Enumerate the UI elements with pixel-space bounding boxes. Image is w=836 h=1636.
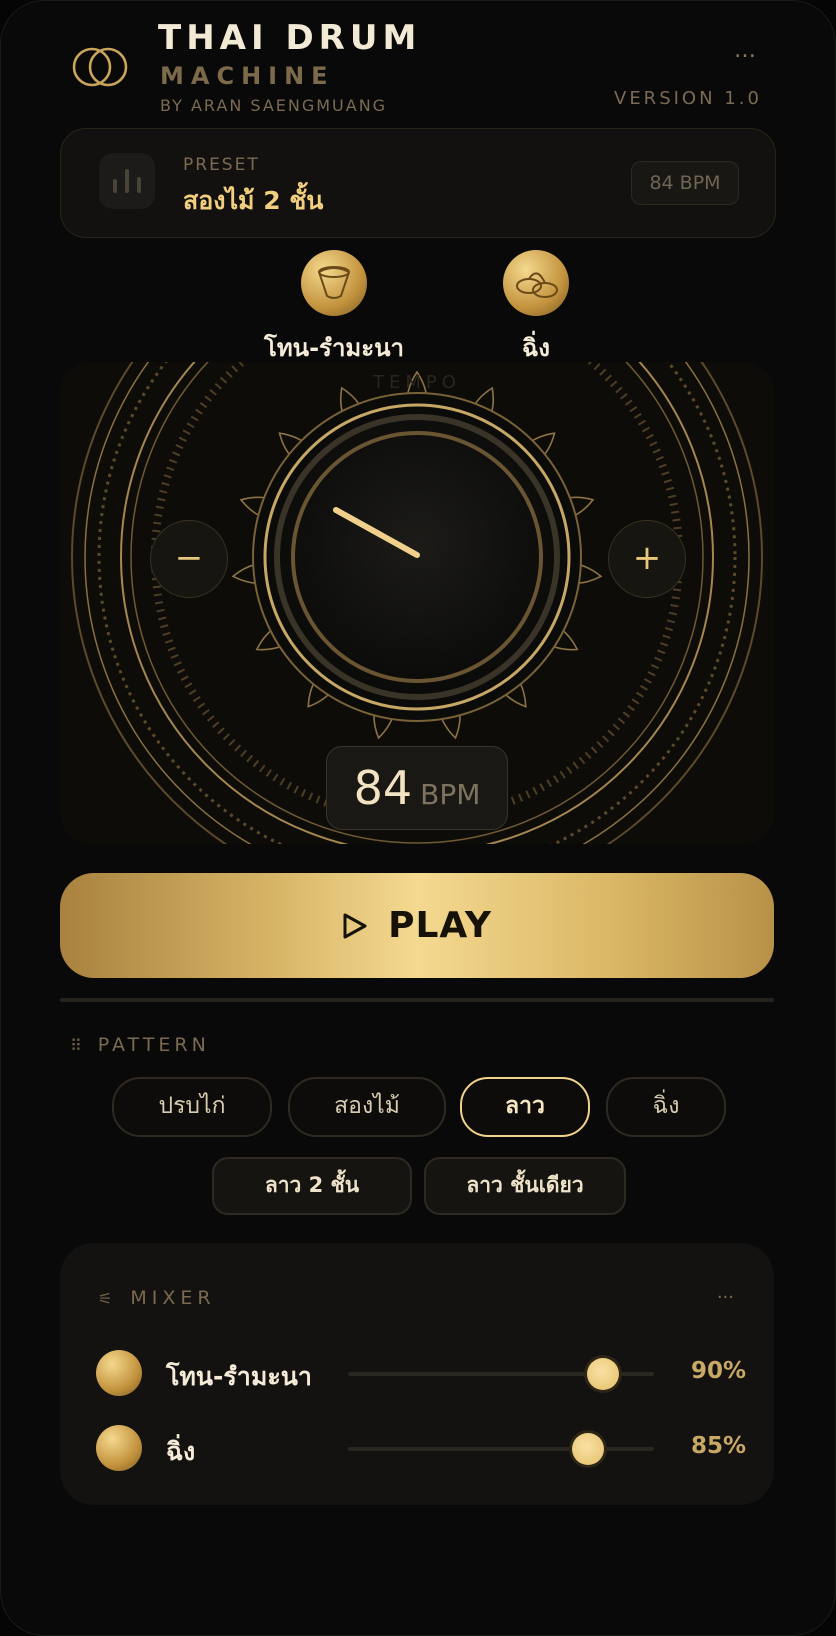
volume-percent: 90% — [690, 1358, 746, 1384]
sliders-icon: ⚟ — [98, 1289, 113, 1308]
section-divider — [60, 998, 774, 1002]
version-label: VERSION 1.0 — [614, 88, 762, 109]
track-name: ฉิ่ง — [166, 1437, 196, 1466]
pattern-chip-ching[interactable]: ฉิ่ง — [606, 1077, 726, 1137]
bpm-unit: BPM — [420, 778, 481, 811]
tempo-label: TEMPO — [373, 372, 461, 393]
tempo-decrease-button[interactable]: − — [150, 520, 228, 598]
mixer-title: MIXER — [130, 1287, 216, 1309]
more-menu-icon[interactable]: … — [734, 38, 757, 63]
author-byline: BY ARAN SAENGMUANG — [160, 96, 388, 115]
ching-cymbal-icon — [503, 250, 569, 316]
volume-slider-rail[interactable] — [348, 1447, 654, 1451]
instrument-ching[interactable]: ฉิ่ง — [456, 250, 616, 367]
preset-bpm-badge: 84 BPM — [631, 161, 739, 205]
track-name: โทน-รำมะนา — [166, 1362, 312, 1391]
instrument-thon[interactable]: โทน-รำมะนา — [244, 250, 424, 367]
mixer-more-icon[interactable]: ··· — [717, 1287, 734, 1308]
play-label: PLAY — [388, 905, 492, 946]
grid-dots-icon: ⠿ — [70, 1036, 82, 1055]
play-icon — [343, 913, 367, 939]
bpm-readout[interactable]: 84 BPM — [326, 746, 508, 830]
pattern-variant-lao-2-chan[interactable]: ลาว 2 ชั้น — [212, 1157, 412, 1215]
bpm-value: 84 — [353, 761, 413, 815]
play-button[interactable]: PLAY — [60, 873, 774, 978]
equalizer-icon — [99, 153, 155, 209]
mixer-track-ching: ฉิ่ง 85% — [96, 1424, 746, 1474]
mixer-track-thon: โทน-รำมะนา 90% — [96, 1349, 746, 1399]
pattern-variant-lao-chan-diao[interactable]: ลาว ชั้นเดียว — [424, 1157, 626, 1215]
mixer-panel: ⚟ MIXER ··· โทน-รำมะนา 90% ฉิ่ง 85% — [60, 1243, 774, 1505]
pattern-title: PATTERN — [97, 1034, 210, 1056]
volume-slider-knob[interactable] — [572, 1433, 605, 1465]
logo-rings-icon — [72, 47, 128, 87]
ching-cymbal-icon — [96, 1425, 142, 1471]
preset-name: สองไม้ 2 ชั้น — [183, 186, 324, 215]
preset-label: PRESET — [183, 155, 260, 175]
volume-percent: 85% — [690, 1433, 746, 1459]
pattern-section-header: ⠿ PATTERN — [70, 1034, 210, 1056]
pattern-chip-song-mai[interactable]: สองไม้ — [288, 1077, 446, 1137]
volume-slider-knob[interactable] — [587, 1358, 620, 1390]
app-screen: THAI DRUM MACHINE BY ARAN SAENGMUANG … V… — [0, 0, 836, 1636]
app-subtitle: MACHINE — [160, 62, 335, 90]
thon-drum-icon — [301, 250, 367, 316]
mixer-section-header: ⚟ MIXER — [98, 1287, 216, 1309]
preset-card[interactable]: PRESET สองไม้ 2 ชั้น 84 BPM — [60, 128, 776, 238]
app-title: THAI DRUM — [158, 18, 422, 58]
thon-drum-icon — [96, 1350, 142, 1396]
pattern-chip-prob-kai[interactable]: ปรบไก่ — [112, 1077, 272, 1137]
tempo-increase-button[interactable]: + — [608, 520, 686, 598]
tempo-panel: TEMPO − + 84 BPM — [60, 362, 774, 844]
pattern-chip-lao[interactable]: ลาว — [460, 1077, 590, 1137]
